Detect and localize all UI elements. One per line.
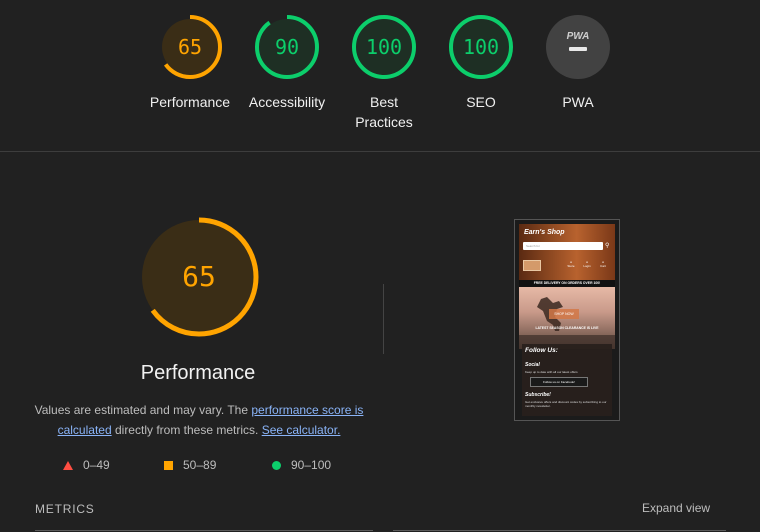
performance-description: Values are estimated and may vary. The p… [30, 400, 368, 440]
performance-main-gauge: 65 [139, 217, 259, 337]
category-gauges: 65 Performance 90 Accessibility 100 Best… [0, 0, 760, 152]
site-nav-item: ● Login [583, 260, 591, 268]
subscribe-heading: Subscribe! [525, 392, 551, 398]
square-icon [164, 461, 173, 471]
site-follow-panel: Follow Us: Social Keep up to date with a… [522, 344, 612, 416]
site-hero-image: SHOP NOW LATEST SEASON CLEARANCE IS LIVE [519, 287, 615, 349]
gauge-score: 100 [463, 35, 499, 59]
gauge-label: Accessibility [248, 94, 326, 110]
site-brand: Earn's Shop [524, 229, 565, 236]
best-practices-gauge-ring: 100 [352, 15, 416, 79]
gauge-label: PWA [562, 94, 594, 110]
see-calculator-link[interactable]: See calculator. [262, 423, 341, 437]
social-text: Keep up to date with all our latest offe… [525, 370, 578, 374]
legend-average: 50–89 [164, 457, 216, 473]
follow-title: Follow Us: [525, 347, 558, 354]
site-logo-box [523, 260, 541, 271]
social-heading: Social [525, 362, 540, 368]
circle-icon [272, 461, 281, 471]
legend-range: 50–89 [183, 458, 217, 472]
gauge-label: Best Practices [355, 94, 413, 130]
pwa-badge-icon: PWA [546, 15, 610, 79]
screenshot-page: Earn's Shop Search for ⚲ ● Store ● Login ●… [519, 224, 615, 416]
legend-fail: 0–49 [63, 457, 110, 473]
site-nav-item: ● Store [567, 260, 575, 268]
performance-title: Performance [140, 362, 256, 384]
expand-view-button[interactable]: Expand view [642, 501, 710, 515]
gauge-label: Performance [149, 94, 231, 110]
gauge-accessibility[interactable]: 90 Accessibility [237, 14, 337, 112]
site-header: Earn's Shop Search for ⚲ ● Store ● Login ●… [519, 224, 615, 280]
site-shop-now-button: SHOP NOW [549, 309, 579, 319]
gauge-best-practices[interactable]: 100 Best Practices [334, 14, 434, 132]
site-hero-text: LATEST SEASON CLEARANCE IS LIVE [535, 326, 599, 330]
gauge-score: 65 [178, 35, 202, 59]
gauge-pwa[interactable]: PWA PWA [528, 14, 628, 112]
gauge-performance[interactable]: 65 Performance [140, 14, 240, 112]
search-icon: ⚲ [605, 243, 610, 249]
site-nav-item: ● Cart [600, 260, 606, 268]
site-delivery-banner: FREE DELIVERY ON ORDERS OVER 100! [519, 280, 615, 287]
desc-middle: directly from these metrics. [111, 423, 262, 437]
gauge-label: SEO [466, 94, 496, 110]
metrics-divider-right [393, 530, 726, 531]
legend-range: 90–100 [291, 458, 332, 472]
seo-gauge-ring: 100 [449, 15, 513, 79]
gauge-score: 100 [366, 35, 402, 59]
performance-main-score: 65 [182, 260, 216, 293]
gauge-score: 90 [275, 35, 299, 59]
facebook-follow-button: Follow us on Facebook! [530, 377, 588, 387]
section-divider [0, 151, 760, 152]
desc-prefix: Values are estimated and may vary. The [34, 403, 252, 417]
final-screenshot-thumbnail[interactable]: Earn's Shop Search for ⚲ ● Store ● Login ●… [514, 219, 620, 421]
site-search-input: Search for [523, 242, 603, 250]
accessibility-gauge-ring: 90 [255, 15, 319, 79]
vertical-divider [383, 284, 384, 354]
metrics-heading: METRICS [35, 502, 95, 516]
subscribe-text: Get exclusive offers and discount codes … [525, 400, 607, 408]
triangle-icon [63, 461, 73, 471]
gauge-seo[interactable]: 100 SEO [431, 14, 531, 112]
legend-pass: 90–100 [272, 457, 331, 473]
performance-gauge-ring: 65 [158, 15, 222, 79]
metrics-divider-left [35, 530, 373, 531]
legend-range: 0–49 [83, 458, 110, 472]
pwa-badge-text: PWA [567, 31, 590, 42]
